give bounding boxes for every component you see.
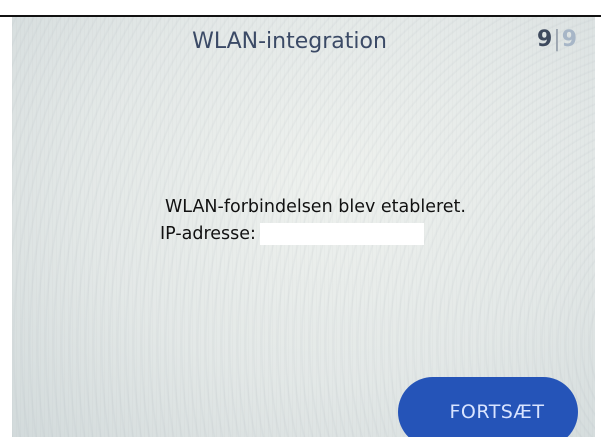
photo-frame: WLAN-integration 9|9 WLAN-forbindelsen b… xyxy=(0,0,601,437)
ip-address-value xyxy=(259,223,424,245)
step-total: 9 xyxy=(561,27,577,52)
device-screen: WLAN-integration 9|9 WLAN-forbindelsen b… xyxy=(12,17,595,437)
ip-address-row: IP-adresse: xyxy=(160,222,424,246)
ip-address-label: IP-adresse: xyxy=(160,224,256,244)
continue-button[interactable]: FORTSÆT xyxy=(398,377,578,437)
step-counter: 9|9 xyxy=(537,27,577,52)
connection-status-message: WLAN-forbindelsen blev etableret. xyxy=(165,197,466,217)
step-current: 9 xyxy=(536,27,553,52)
step-separator: | xyxy=(553,27,561,52)
page-title: WLAN-integration xyxy=(192,29,387,54)
